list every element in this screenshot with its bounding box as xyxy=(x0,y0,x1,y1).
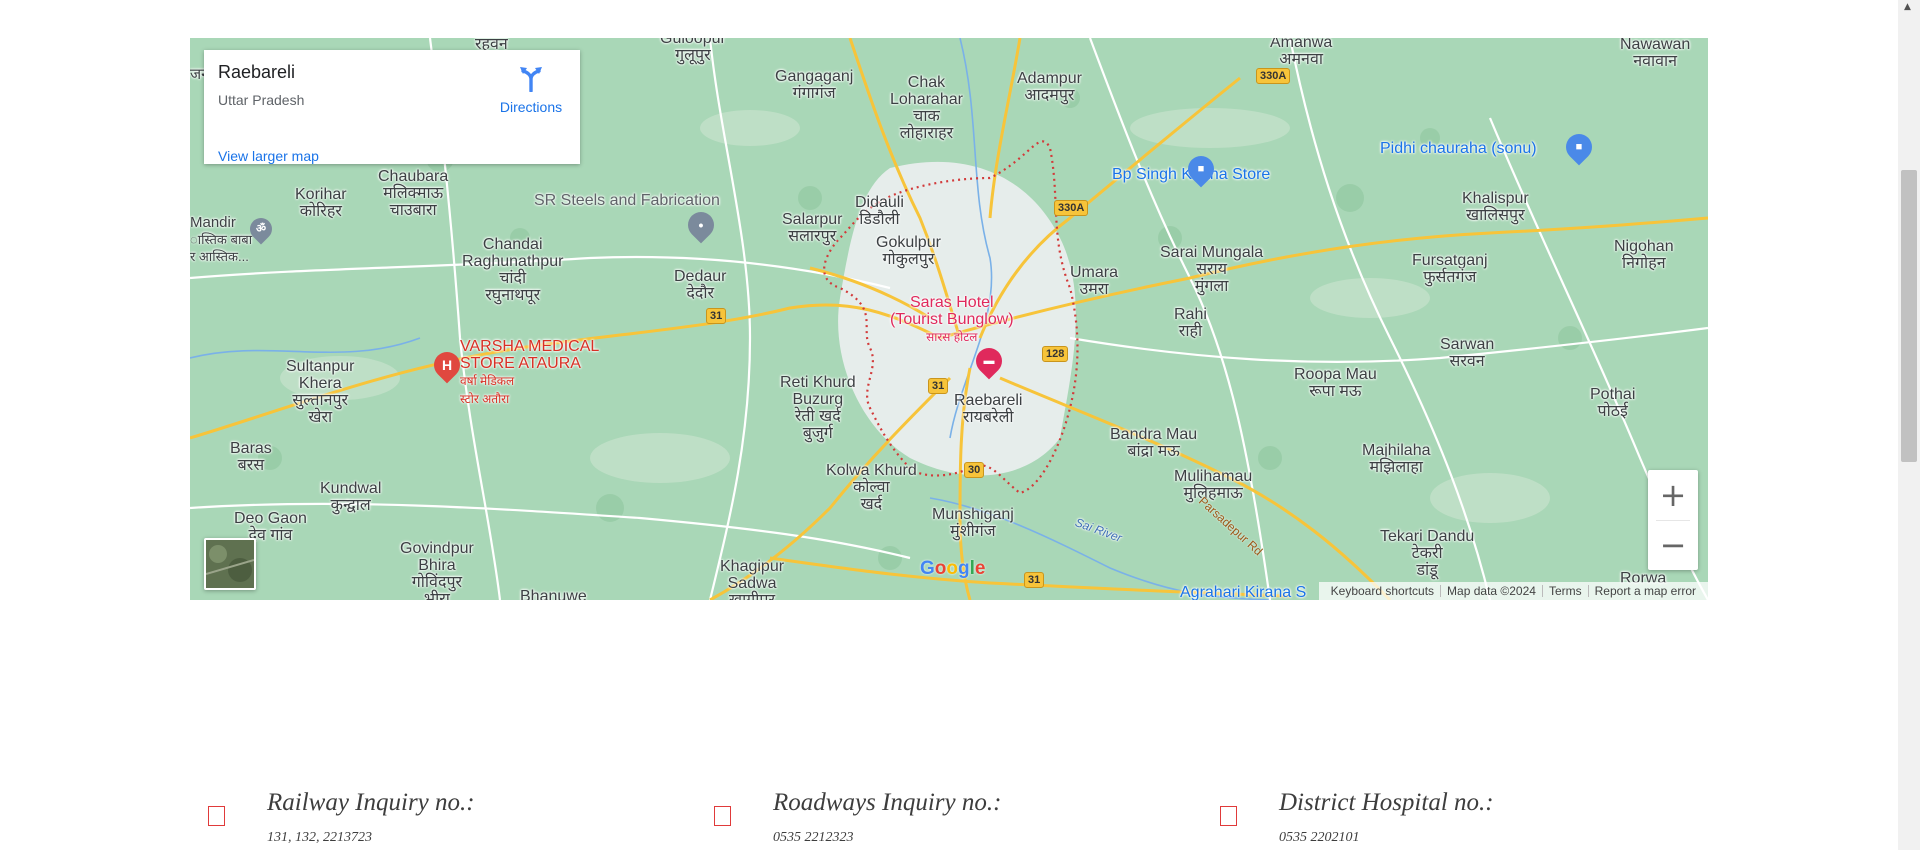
map-label-amanwa: Amanwa अमनवा xyxy=(1270,38,1333,68)
map-label-roopa-mau: Roopa Mau रूपा मऊ xyxy=(1294,366,1377,400)
view-larger-map-link[interactable]: View larger map xyxy=(218,148,319,164)
map-label-baras: Baras बरस xyxy=(230,440,272,474)
google-logo-letter: o xyxy=(946,558,958,579)
embedded-map[interactable]: रहवन जन Guloopur गुलूपुर Gangaganj गंगागंज… xyxy=(190,38,1708,600)
google-logo-letter: o xyxy=(934,558,947,579)
map-label-chak-loharahar: Chak Loharahar चाक लोहाराहर xyxy=(890,74,963,142)
hotel-pin-icon[interactable]: ▬ xyxy=(970,342,1008,380)
zoom-in-button[interactable]: + xyxy=(1648,470,1698,520)
contact-value[interactable]: 0535 2202101 xyxy=(1279,830,1360,846)
google-logo-letter: e xyxy=(974,558,986,579)
map-label-sarai-mungala: Sarai Mungala सराय मुंगला xyxy=(1160,244,1264,295)
phone-icon xyxy=(714,806,731,826)
highway-shield-30: 30 xyxy=(964,462,985,478)
map-label-fursatganj: Fursatganj फुर्सतगंज xyxy=(1412,252,1488,286)
terms-link[interactable]: Terms xyxy=(1543,584,1588,598)
map-label-raebareli: Raebareli रायबरेली xyxy=(954,392,1023,426)
location-pin-icon[interactable]: • xyxy=(682,206,720,244)
map-label-munshiganj: Munshiganj मुंशीगंज xyxy=(932,506,1014,540)
map-label-saras-hotel[interactable]: Saras Hotel (Tourist Bunglow) सारस होटल xyxy=(890,294,1014,346)
page-scrollbar[interactable]: ▲ xyxy=(1898,0,1920,850)
place-name: Raebareli xyxy=(218,62,296,82)
map-label-rahi: Rahi राही xyxy=(1174,306,1207,340)
map-label-khagipur-sadwa: KhagipurSadwaखागीपुर xyxy=(720,558,785,600)
map-label-kolwa-khurd: Kolwa Khurd कोल्वा खर्द xyxy=(826,462,917,513)
phone-icon xyxy=(1220,806,1237,826)
directions-icon xyxy=(520,67,542,93)
directions-button[interactable]: Directions xyxy=(486,64,576,115)
contact-value[interactable]: 0535 2212323 xyxy=(773,830,854,846)
map-label-reti-khurd: Reti Khurd Buzurg रेती खर्द बुजुर्ग xyxy=(780,374,856,442)
map-label-bhanuwe: Bhanuwe xyxy=(520,588,587,600)
satellite-thumbnail-icon xyxy=(206,540,254,588)
map-label-majhilaha: Majhilaha मझिलाहा xyxy=(1362,442,1431,476)
hospital-pin-icon[interactable]: H xyxy=(428,346,466,384)
scrollbar-thumb[interactable] xyxy=(1901,170,1917,462)
map-label-umara: Umara उमरा xyxy=(1070,264,1119,298)
map-label-tekari-dandu: Tekari Dandu टेकरी डांडू xyxy=(1380,528,1475,579)
map-label-guloopur: Guloopur गुलूपुर xyxy=(660,38,726,64)
map-label-gangaganj: Gangaganj गंगागंज xyxy=(775,68,854,102)
google-logo-letter: G xyxy=(920,558,935,579)
map-data-text: Map data ©2024 xyxy=(1447,584,1536,598)
map-label-bandra-mau: Bandra Mau बांद्रा मऊ xyxy=(1110,426,1198,460)
map-label-mulihamau: Mulihamau मुलिहमाऊ xyxy=(1174,468,1253,502)
zoom-out-button[interactable]: − xyxy=(1648,520,1698,570)
contact-railway: Railway Inquiry no.: 131, 132, 2213723 xyxy=(190,780,690,850)
scroll-up-arrow-icon[interactable]: ▲ xyxy=(1904,2,1914,12)
place-region: Uttar Pradesh xyxy=(218,92,305,108)
map-label-chaubara: Chaubara मलिक्माऊ चाउबारा xyxy=(378,168,449,219)
map-label-chandai: Chandai Raghunathpur चांदी रघुनाथपूर xyxy=(462,236,564,304)
contact-title: District Hospital no.: xyxy=(1279,789,1494,816)
contact-numbers-section: Railway Inquiry no.: 131, 132, 2213723 R… xyxy=(190,780,1708,850)
highway-shield-31: 31 xyxy=(706,308,727,324)
temple-pin-icon[interactable]: ॐ xyxy=(245,213,277,245)
map-label-varsha-medical[interactable]: VARSHA MEDICAL STORE ATAURA वर्षा मेडिकल स्… xyxy=(460,338,599,408)
keyboard-shortcuts-link[interactable]: Keyboard shortcuts xyxy=(1325,584,1440,598)
contact-title: Roadways Inquiry no.: xyxy=(773,789,1002,816)
report-map-error-link[interactable]: Report a map error xyxy=(1589,584,1702,598)
map-info-card: Raebareli Uttar Pradesh Directions View … xyxy=(204,50,580,164)
directions-label: Directions xyxy=(499,99,563,115)
highway-shield-31: 31 xyxy=(928,378,949,394)
map-label-korihar: Korihar कोरिहर xyxy=(295,186,347,220)
contact-roadways: Roadways Inquiry no.: 0535 2212323 xyxy=(696,780,1196,850)
satellite-view-toggle[interactable] xyxy=(204,538,256,590)
contact-value[interactable]: 131, 132, 2213723 xyxy=(267,830,372,846)
map-label-sarwan: Sarwan सरवन xyxy=(1440,336,1495,370)
contact-district-hospital: District Hospital no.: 0535 2202101 xyxy=(1202,780,1702,850)
map-label-gokulpur: Gokulpur गोकुलपुर xyxy=(876,234,941,268)
map-attribution-bar: Keyboard shortcuts Map data ©2024 Terms … xyxy=(1318,582,1708,600)
contact-title: Railway Inquiry no.: xyxy=(267,789,475,816)
google-logo-letter: g xyxy=(958,558,970,579)
map-label-sr-steels[interactable]: SR Steels and Fabrication xyxy=(534,192,720,209)
phone-icon xyxy=(208,806,225,826)
highway-shield-330a: 330A xyxy=(1054,200,1089,216)
map-label-didauli: Didauli डिडौली xyxy=(855,194,904,228)
map-label-sultanpur-khera: Sultanpur Khera सुल्तानपुर खेरा xyxy=(286,358,355,426)
highway-shield-330a: 330A xyxy=(1256,68,1291,84)
map-label-khalispur: Khalispur खालिसपुर xyxy=(1462,190,1529,224)
shopping-pin-icon[interactable]: ■ xyxy=(1560,128,1598,166)
map-label-salarpur: Salarpur सलारपुर xyxy=(782,211,843,245)
map-label-mandir: Mandirास्तिक बाबा र आस्तिक... xyxy=(190,214,253,264)
map-label-dedaur: Dedaur देदौर xyxy=(674,268,727,302)
map-label-kundwal: Kundwal कुन्द्वाल xyxy=(320,480,382,514)
map-label-govindpur-bhira: Govindpur Bhira गोविंदपुर भीरा xyxy=(400,540,474,600)
map-label-nawawan: Nawawan नवावान xyxy=(1620,38,1691,70)
map-label-nigohan: Nigohan निगोहन xyxy=(1614,238,1674,272)
highway-shield-128: 128 xyxy=(1042,346,1069,362)
shopping-pin-icon[interactable]: ■ xyxy=(1182,150,1220,188)
zoom-controls: + − xyxy=(1648,470,1698,570)
highway-shield-31: 31 xyxy=(1024,572,1045,588)
google-logo: Google xyxy=(920,558,985,580)
map-label-adampur: Adampur आदमपुर xyxy=(1017,70,1082,104)
map-label-pothai: Pothai पोठई xyxy=(1590,386,1636,420)
map-label-pidhi-chauraha[interactable]: Pidhi chauraha (sonu) xyxy=(1380,140,1537,157)
map-label-agrahari-kirana[interactable]: Agrahari Kirana S xyxy=(1180,584,1306,600)
